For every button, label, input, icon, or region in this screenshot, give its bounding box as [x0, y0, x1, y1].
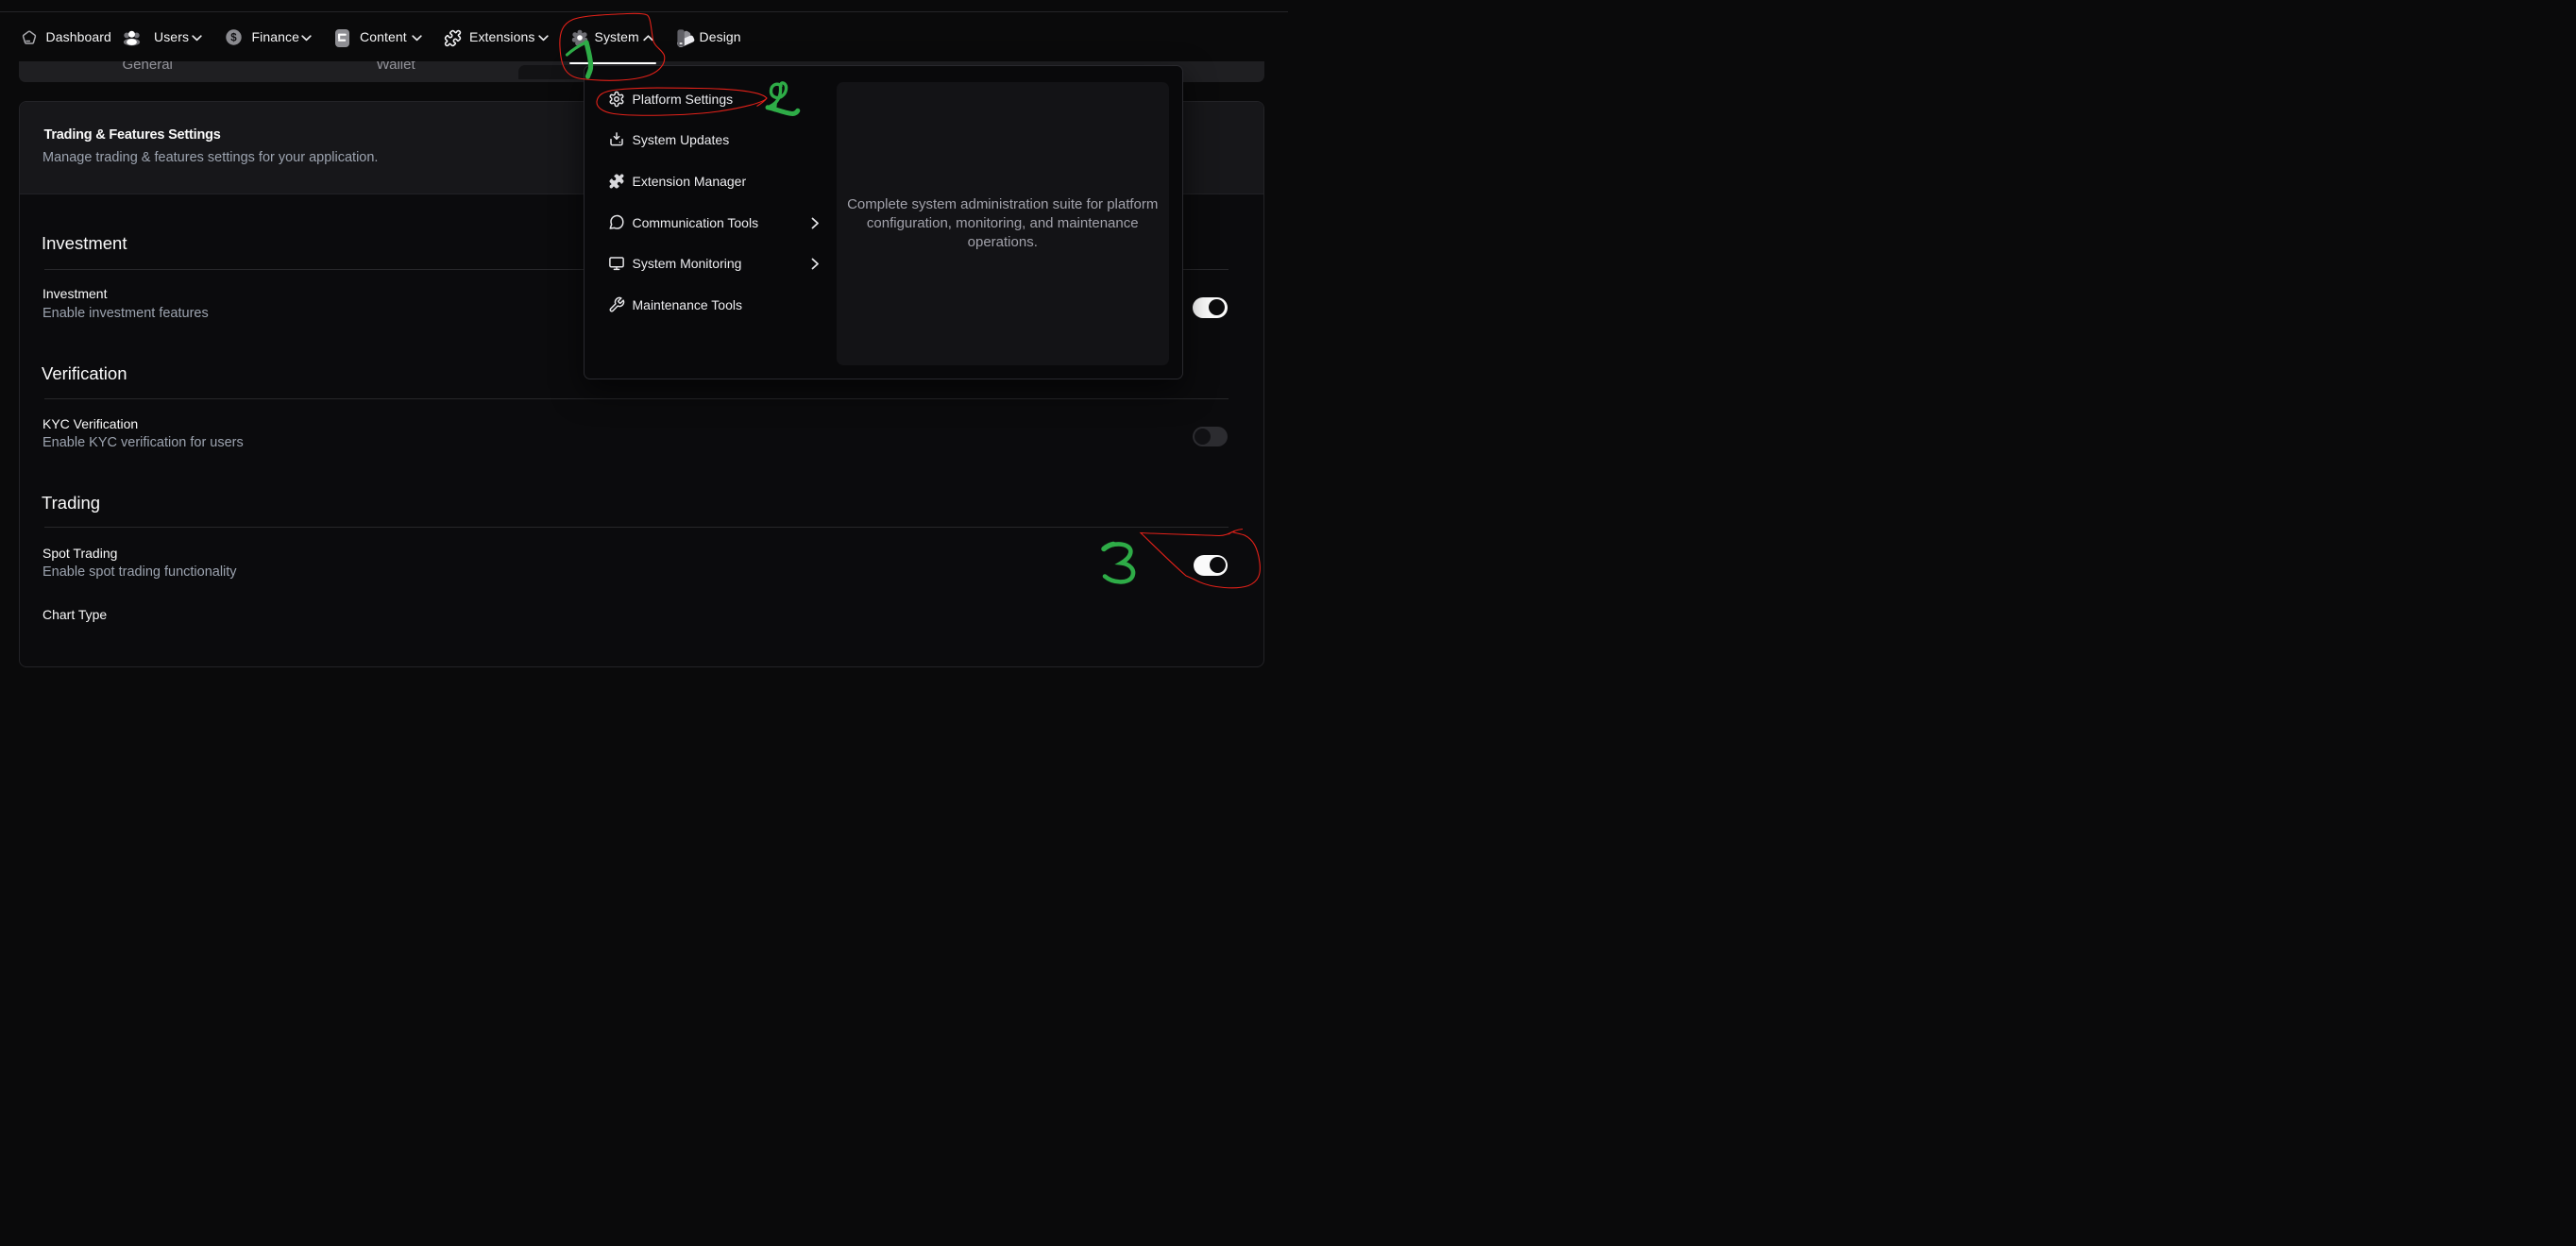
svg-text:$: $	[230, 33, 237, 44]
